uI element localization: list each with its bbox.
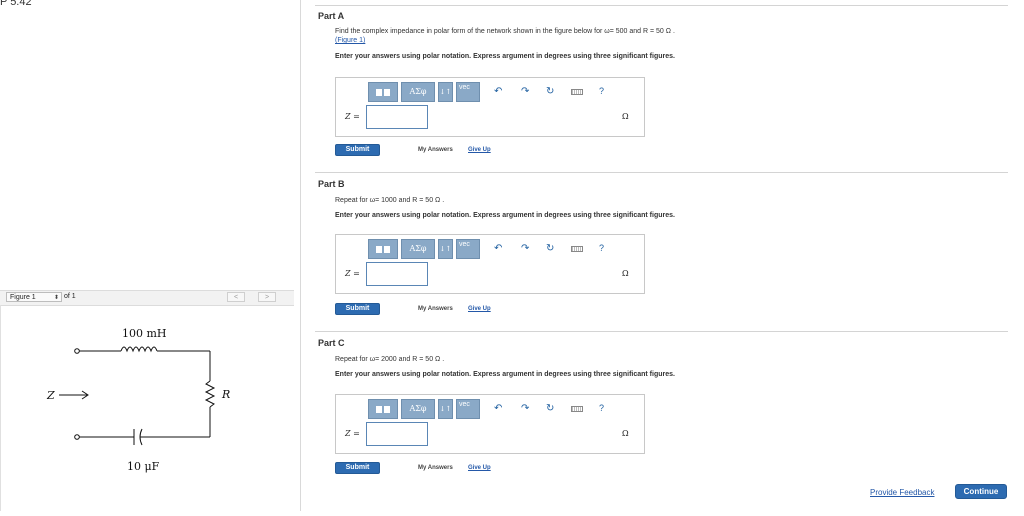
figure-prev-button[interactable]: < bbox=[227, 292, 245, 302]
part-b-unit: Ω bbox=[622, 269, 629, 278]
bottom-terminal bbox=[74, 434, 80, 440]
sqrt-template-icon bbox=[376, 88, 382, 96]
part-a-answer-box: ΑΣφ ↓↑ vec ↶ ↷ ↻ ? Z = Ω bbox=[335, 77, 645, 137]
figure-next-button[interactable]: > bbox=[258, 292, 276, 302]
part-a-give-up-link[interactable]: Give Up bbox=[468, 147, 491, 153]
part-c-unit: Ω bbox=[622, 429, 629, 438]
figure-select[interactable]: Figure 1 ⬍ bbox=[6, 292, 62, 302]
part-c-answer-input[interactable] bbox=[366, 422, 428, 446]
greek-symbols-button[interactable]: ΑΣφ bbox=[401, 239, 435, 259]
box-template-icon bbox=[384, 88, 390, 96]
subscript-superscript-button[interactable]: ↓↑ bbox=[438, 82, 453, 102]
part-a-title: Part A bbox=[318, 11, 345, 21]
sqrt-template-icon bbox=[376, 245, 382, 253]
figure-select-value: Figure 1 bbox=[10, 294, 36, 301]
templates-button[interactable] bbox=[368, 82, 398, 102]
undo-icon[interactable]: ↶ bbox=[494, 404, 502, 414]
vector-button[interactable]: vec bbox=[456, 82, 480, 102]
part-b-answer-label: Z = bbox=[345, 269, 360, 278]
templates-button[interactable] bbox=[368, 239, 398, 259]
reset-icon[interactable]: ↻ bbox=[546, 404, 554, 414]
keyboard-icon[interactable] bbox=[571, 406, 583, 412]
resistor-label: R bbox=[221, 388, 230, 401]
part-a-my-answers-link[interactable]: My Answers bbox=[418, 147, 453, 153]
part-b-submit-button[interactable]: Submit bbox=[335, 303, 380, 315]
resistor-zigzag bbox=[204, 380, 216, 408]
figure-count: of 1 bbox=[64, 293, 76, 300]
figure-frame: 100 mH 10 μF R Z bbox=[0, 305, 295, 511]
keyboard-icon[interactable] bbox=[571, 89, 583, 95]
part-a-prompt: Find the complex impedance in polar form… bbox=[335, 28, 675, 35]
greek-symbols-button[interactable]: ΑΣφ bbox=[401, 82, 435, 102]
keyboard-icon[interactable] bbox=[571, 246, 583, 252]
greek-symbols-button[interactable]: ΑΣφ bbox=[401, 399, 435, 419]
part-c-answer-label: Z = bbox=[345, 429, 360, 438]
part-a-answer-label: Z = bbox=[345, 112, 360, 121]
help-icon[interactable]: ? bbox=[599, 243, 604, 253]
part-b-answer-box: ΑΣφ ↓↑ vec ↶ ↷ ↻ ? Z = Ω bbox=[335, 234, 645, 294]
box-template-icon bbox=[384, 405, 390, 413]
part-a-divider bbox=[315, 5, 1008, 6]
problem-title: P 5.42 bbox=[0, 0, 32, 8]
impedance-terminal-label: Z bbox=[46, 389, 55, 402]
part-b-prompt: Repeat for ω= 1000 and R = 50 Ω . bbox=[335, 197, 445, 204]
undo-icon[interactable]: ↶ bbox=[494, 244, 502, 254]
reset-icon[interactable]: ↻ bbox=[546, 87, 554, 97]
part-b-give-up-link[interactable]: Give Up bbox=[468, 306, 491, 312]
part-c-give-up-link[interactable]: Give Up bbox=[468, 465, 491, 471]
figure-toolbar: Figure 1 ⬍ of 1 < > bbox=[0, 290, 294, 306]
vector-button[interactable]: vec bbox=[456, 239, 480, 259]
subscript-superscript-button[interactable]: ↓↑ bbox=[438, 239, 453, 259]
part-b-my-answers-link[interactable]: My Answers bbox=[418, 306, 453, 312]
reset-icon[interactable]: ↻ bbox=[546, 244, 554, 254]
part-b-title: Part B bbox=[318, 179, 345, 189]
continue-button[interactable]: Continue bbox=[955, 484, 1007, 499]
subscript-superscript-button[interactable]: ↓↑ bbox=[438, 399, 453, 419]
inductor-coil bbox=[120, 346, 158, 353]
math-toolbar: ΑΣφ ↓↑ vec bbox=[368, 399, 483, 419]
part-c-answer-box: ΑΣφ ↓↑ vec ↶ ↷ ↻ ? Z = Ω bbox=[335, 394, 645, 454]
inductor-label: 100 mH bbox=[122, 327, 167, 340]
part-c-prompt: Repeat for ω= 2000 and R = 50 Ω . bbox=[335, 356, 445, 363]
vector-button[interactable]: vec bbox=[456, 399, 480, 419]
part-b-answer-input[interactable] bbox=[366, 262, 428, 286]
part-a-answer-input[interactable] bbox=[366, 105, 428, 129]
math-toolbar: ΑΣφ ↓↑ vec bbox=[368, 82, 483, 102]
part-a-unit: Ω bbox=[622, 112, 629, 121]
templates-button[interactable] bbox=[368, 399, 398, 419]
figure-link[interactable]: (Figure 1) bbox=[335, 37, 365, 44]
provide-feedback-link[interactable]: Provide Feedback bbox=[870, 488, 934, 497]
part-b-divider bbox=[315, 172, 1008, 173]
undo-icon[interactable]: ↶ bbox=[494, 87, 502, 97]
part-a-instruction: Enter your answers using polar notation.… bbox=[335, 53, 675, 60]
part-c-submit-button[interactable]: Submit bbox=[335, 462, 380, 474]
part-a-submit-button[interactable]: Submit bbox=[335, 144, 380, 156]
circuit-diagram: 100 mH 10 μF R Z bbox=[46, 327, 230, 473]
part-c-instruction: Enter your answers using polar notation.… bbox=[335, 371, 675, 378]
math-toolbar: ΑΣφ ↓↑ vec bbox=[368, 239, 483, 259]
help-icon[interactable]: ? bbox=[599, 86, 604, 96]
sqrt-template-icon bbox=[376, 405, 382, 413]
part-c-divider bbox=[315, 331, 1008, 332]
select-arrows-icon: ⬍ bbox=[53, 295, 59, 301]
top-terminal bbox=[74, 348, 80, 354]
redo-icon[interactable]: ↷ bbox=[521, 404, 529, 414]
help-icon[interactable]: ? bbox=[599, 403, 604, 413]
box-template-icon bbox=[384, 245, 390, 253]
part-b-instruction: Enter your answers using polar notation.… bbox=[335, 212, 675, 219]
part-c-my-answers-link[interactable]: My Answers bbox=[418, 465, 453, 471]
redo-icon[interactable]: ↷ bbox=[521, 244, 529, 254]
capacitor-label: 10 μF bbox=[127, 460, 160, 473]
redo-icon[interactable]: ↷ bbox=[521, 87, 529, 97]
part-c-title: Part C bbox=[318, 338, 345, 348]
